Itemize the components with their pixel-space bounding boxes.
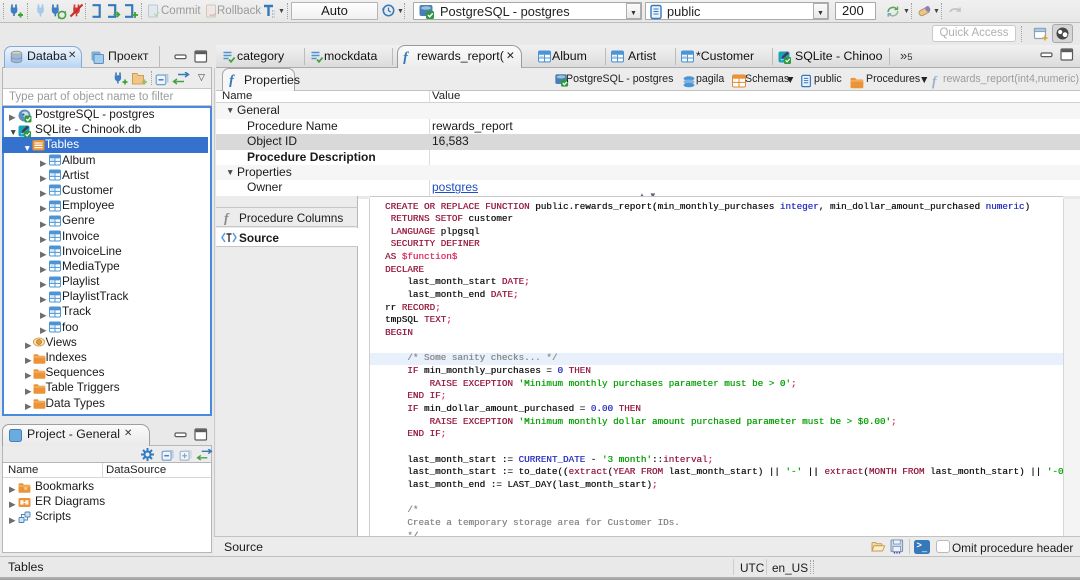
svg-text:f: f (932, 74, 938, 89)
svg-text:f: f (403, 50, 410, 64)
svg-text:f: f (229, 73, 236, 87)
svg-text:f: f (224, 211, 230, 225)
